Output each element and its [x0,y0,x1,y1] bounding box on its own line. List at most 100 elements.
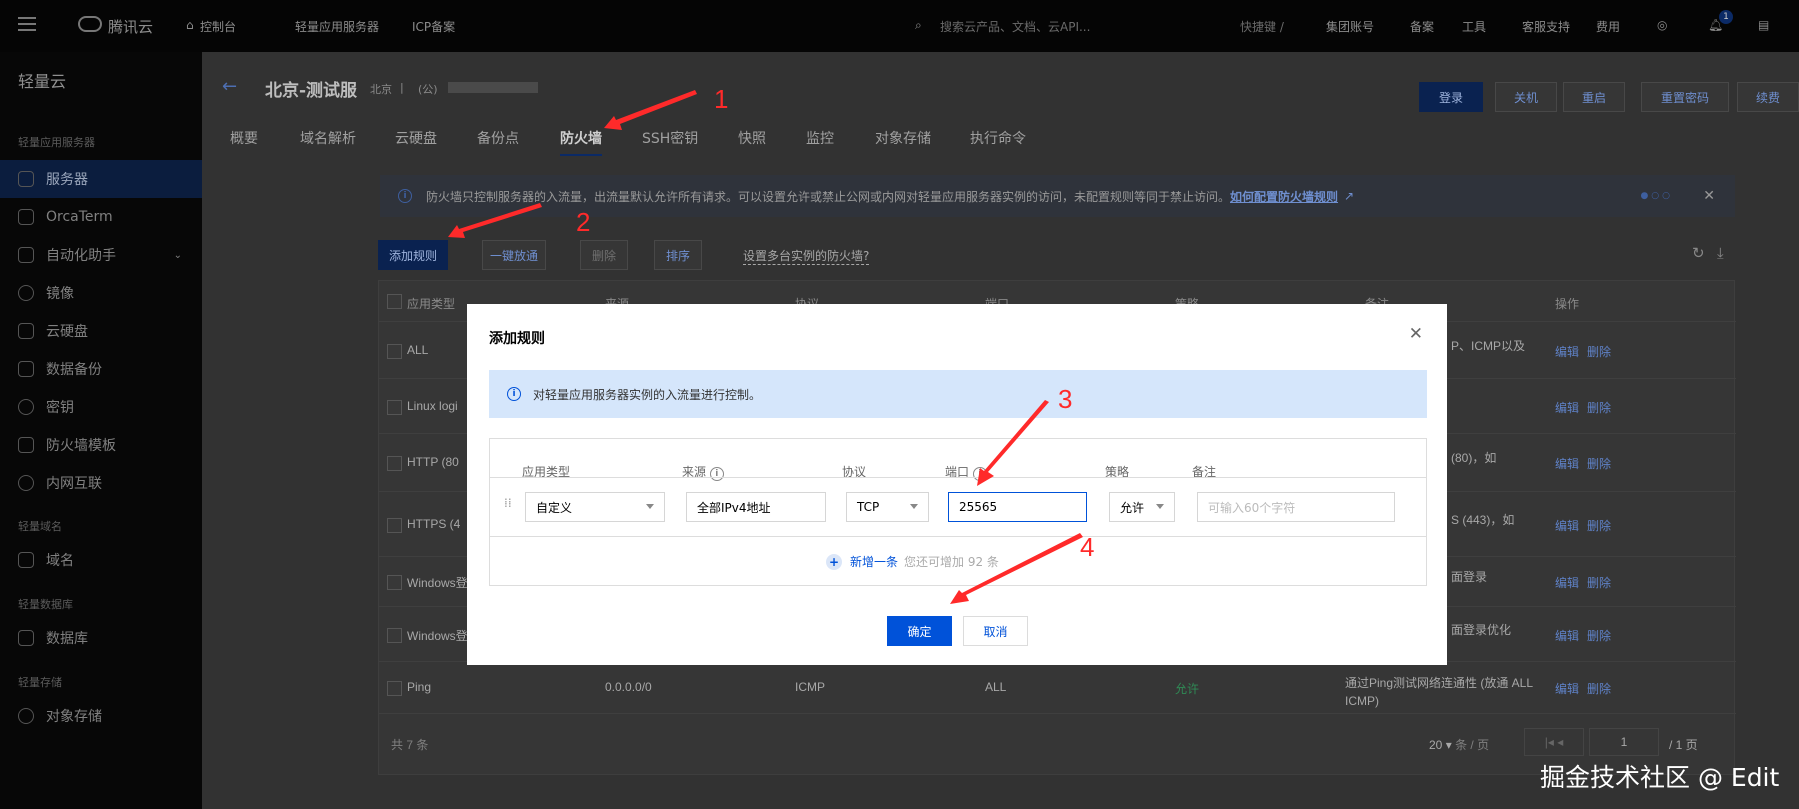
row-checkbox[interactable] [387,628,402,643]
delete-button[interactable]: 删除 [580,240,628,270]
app-type-select[interactable]: 自定义 [525,492,665,522]
per-page-label: 条 / 页 [1455,738,1490,752]
info-icon: i [507,387,521,401]
sidebar-item-label: 云硬盘 [46,324,88,340]
refresh-icon[interactable]: ↻ [1692,244,1705,262]
delete-link[interactable]: 删除 [1587,517,1611,534]
nav-icp[interactable]: ICP备案 [412,18,455,35]
policy-select[interactable]: 允许 [1109,492,1175,522]
delete-link[interactable]: 删除 [1587,680,1611,697]
edit-link[interactable]: 编辑 [1555,455,1579,472]
port-input[interactable]: 25565 [948,492,1087,522]
user-icon[interactable]: ▤ [1758,18,1769,32]
row-checkbox[interactable] [387,518,402,533]
tab-monitor[interactable]: 监控 [806,128,834,148]
menu-icon[interactable] [18,17,36,31]
sidebar-item-keys[interactable]: 密钥 [0,388,202,426]
drag-handle-icon[interactable]: ⁞⁞ [504,496,512,510]
sidebar-item-orcaterm[interactable]: OrcaTerm [0,198,202,236]
sidebar-item-firewall-template[interactable]: 防火墙模板 [0,426,202,464]
row-checkbox[interactable] [387,681,402,696]
sidebar-item-intranet[interactable]: 内网互联 [0,464,202,502]
edit-link[interactable]: 编辑 [1555,680,1579,697]
rule-type: HTTP (80 [407,455,459,469]
delete-link[interactable]: 删除 [1587,399,1611,416]
cloud-logo-icon [78,16,102,32]
annotation-label: 4 [1080,532,1095,562]
back-arrow-icon[interactable]: ← [222,76,237,97]
page-size-value: 20 [1429,738,1443,752]
confirm-button[interactable]: 确定 [887,616,952,646]
search-input[interactable]: 搜索云产品、文档、云API... [940,18,1090,35]
sidebar-item-label: 对象存储 [46,709,102,725]
close-icon[interactable]: ✕ [1409,324,1423,344]
console-link[interactable]: 控制台 [200,18,236,35]
nav-billing[interactable]: 费用 [1596,18,1620,35]
reset-password-button[interactable]: 重置密码 [1641,82,1729,112]
nav-beian[interactable]: 备案 [1410,18,1434,35]
login-button[interactable]: 登录 [1419,82,1483,112]
row-checkbox[interactable] [387,400,402,415]
protocol-select[interactable]: TCP [846,492,929,522]
sidebar-item-disk[interactable]: 云硬盘 [0,312,202,350]
shield-icon [18,437,34,453]
edit-link[interactable]: 编辑 [1555,574,1579,591]
info-icon: i [398,189,412,203]
row-checkbox[interactable] [387,575,402,590]
tab-snapshot[interactable]: 快照 [738,128,766,148]
edit-link[interactable]: 编辑 [1555,343,1579,360]
close-icon[interactable]: ✕ [1703,188,1715,204]
open-all-button[interactable]: 一键放通 [482,240,546,270]
tab-ssh[interactable]: SSH密钥 [642,128,698,148]
tab-command[interactable]: 执行命令 [970,128,1026,148]
nav-group-account[interactable]: 集团账号 [1326,18,1374,35]
tab-firewall[interactable]: 防火墙 [560,128,602,156]
carousel-dots[interactable]: ●○○ [1640,191,1673,201]
search-icon: ⌕ [915,18,922,32]
row-checkbox[interactable] [387,344,402,359]
sidebar-item-backup[interactable]: 数据备份 [0,350,202,388]
page-input[interactable]: 1 [1589,728,1659,756]
download-icon[interactable]: ⤓ [1717,244,1724,262]
edit-link[interactable]: 编辑 [1555,627,1579,644]
multi-instance-firewall-link[interactable]: 设置多台实例的防火墙? [743,247,870,265]
restart-button[interactable]: 重启 [1563,82,1625,112]
add-row-button[interactable]: + 新增一条 您还可增加 92 条 [826,553,999,570]
prev-page-button[interactable]: |◂ ◂ [1524,728,1584,756]
edit-link[interactable]: 编辑 [1555,399,1579,416]
tab-disk[interactable]: 云硬盘 [395,128,437,148]
sidebar-item-database[interactable]: 数据库 [0,619,202,657]
firewall-help-link[interactable]: 如何配置防火墙规则 [1230,188,1338,205]
source-input[interactable]: 全部IPv4地址 [686,492,826,522]
note-input[interactable]: 可输入60个字符 [1197,492,1395,522]
nav-lighthouse[interactable]: 轻量应用服务器 [295,18,379,35]
compass-icon[interactable]: ◎ [1657,18,1667,32]
tab-overview[interactable]: 概要 [230,128,258,148]
sidebar-item-domain[interactable]: 域名 [0,541,202,579]
sort-button[interactable]: 排序 [654,240,702,270]
sidebar-item-label: 内网互联 [46,476,102,492]
delete-link[interactable]: 删除 [1587,627,1611,644]
sidebar-item-image[interactable]: 镜像 [0,274,202,312]
edit-link[interactable]: 编辑 [1555,517,1579,534]
select-all-checkbox[interactable] [387,294,402,309]
delete-link[interactable]: 删除 [1587,574,1611,591]
nav-support[interactable]: 客服支持 [1522,18,1570,35]
delete-link[interactable]: 删除 [1587,455,1611,472]
add-rule-button[interactable]: 添加规则 [378,240,448,270]
tab-object-storage[interactable]: 对象存储 [875,128,931,148]
row-checkbox[interactable] [387,456,402,471]
sidebar-item-automation[interactable]: 自动化助手 ⌄ [0,236,202,274]
nav-tools[interactable]: 工具 [1462,18,1486,35]
sidebar-item-object-storage[interactable]: 对象存储 [0,697,202,735]
tab-backup[interactable]: 备份点 [477,128,519,148]
renew-button[interactable]: 续费 [1737,82,1799,112]
sidebar-item-server[interactable]: 服务器 [0,160,202,198]
tab-dns[interactable]: 域名解析 [300,128,356,148]
page-total: / 1 页 [1669,738,1698,752]
cancel-button[interactable]: 取消 [963,616,1028,646]
sidebar-item-label: 数据库 [46,631,88,647]
shutdown-button[interactable]: 关机 [1495,82,1557,112]
page-size-select[interactable]: 20 ▾ 条 / 页 [1429,736,1489,753]
delete-link[interactable]: 删除 [1587,343,1611,360]
